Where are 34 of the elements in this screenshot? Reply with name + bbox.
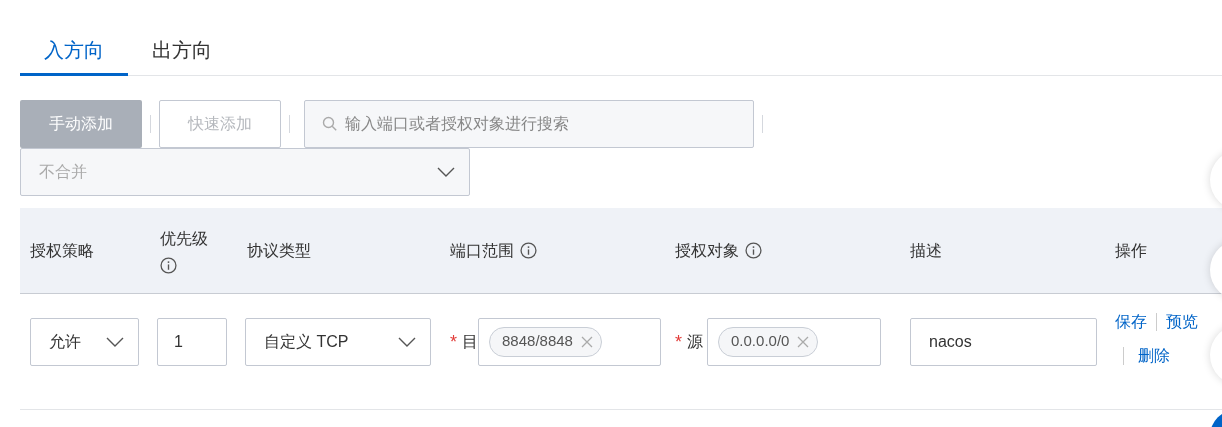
input-field[interactable]: nacos [910, 317, 1097, 366]
tag-field[interactable]: 0.0.0.0/0 [707, 317, 881, 366]
chevron-down-icon [398, 336, 416, 347]
column-header: 操作 [1115, 240, 1147, 261]
tag-chip: 8848/8848 [489, 326, 602, 357]
action-link[interactable]: 预览 [1166, 309, 1198, 334]
column-header: 优先级 [160, 229, 208, 249]
info-icon [520, 242, 537, 259]
search-icon [322, 116, 338, 132]
close-icon[interactable] [580, 335, 593, 348]
chevron-down-icon [106, 336, 124, 347]
tab[interactable]: 入方向 [20, 26, 128, 76]
action-link[interactable]: 删除 [1138, 343, 1170, 368]
select-field[interactable]: 自定义 TCP [245, 317, 431, 366]
tag-field[interactable]: 8848/8848 [478, 317, 661, 366]
info-icon [745, 242, 762, 259]
required-mark: * [675, 332, 682, 351]
action-link[interactable]: 保存 [1115, 309, 1147, 334]
input-field[interactable]: 1 [157, 317, 227, 366]
tab[interactable]: 出方向 [128, 26, 236, 76]
search-field[interactable]: 输入端口或者授权对象进行搜索 [304, 100, 754, 148]
chevron-down-icon [437, 167, 455, 177]
select-field[interactable]: 允许 [30, 317, 139, 366]
close-icon[interactable] [797, 335, 810, 348]
required-mark: * [450, 332, 457, 351]
column-header: 端口范围 [450, 240, 514, 261]
column-header: 描述 [910, 240, 942, 261]
column-header: 授权对象 [675, 240, 739, 261]
column-header: 协议类型 [247, 240, 311, 261]
tag-chip: 0.0.0.0/0 [718, 326, 819, 357]
info-icon [160, 257, 177, 274]
field-label: 目 [462, 331, 479, 352]
column-header: 授权策略 [30, 240, 94, 261]
field-label: 源 [687, 331, 704, 352]
